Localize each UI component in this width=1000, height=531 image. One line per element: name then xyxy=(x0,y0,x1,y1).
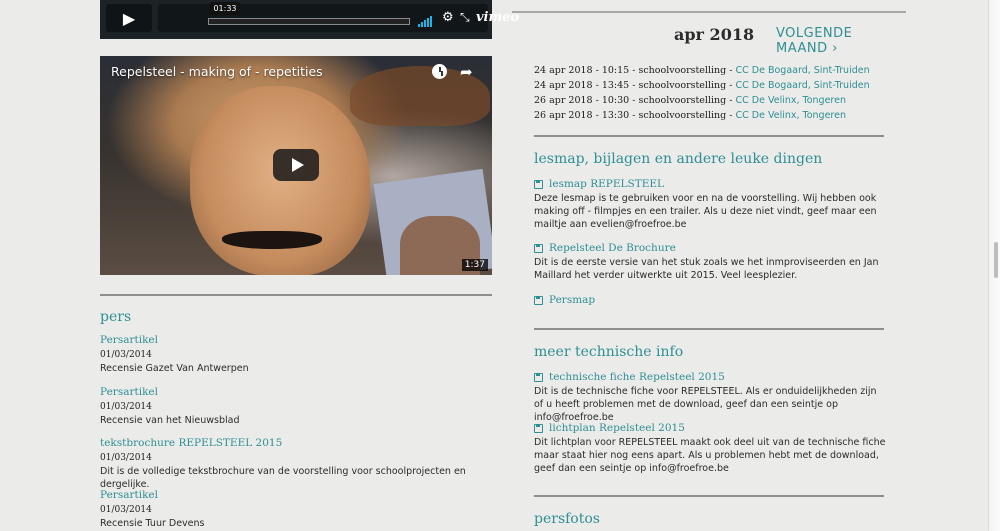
save-icon xyxy=(534,372,543,382)
gear-icon[interactable]: ⚙ xyxy=(442,10,454,25)
pers-item-date: 01/03/2014 xyxy=(100,505,152,515)
video-duration: 1:37 xyxy=(461,259,488,271)
divider xyxy=(534,135,884,137)
event-venue-link[interactable]: CC De Velinx, Tongeren xyxy=(736,95,847,106)
list-item: Persartikel 01/03/2014 Recensie van het … xyxy=(100,386,240,427)
vimeo-player[interactable]: ▶ 01:33 ⚙ ⤡ vimeo xyxy=(100,0,519,39)
download-item: lichtplan Repelsteel 2015 Dit lichtplan … xyxy=(534,422,886,475)
event-venue-link[interactable]: CC De Bogaard, Sint-Truiden xyxy=(736,65,870,76)
volume-icon[interactable] xyxy=(418,16,432,27)
download-item: Persmap xyxy=(534,294,886,306)
pers-item-date: 01/03/2014 xyxy=(100,402,152,412)
time-tooltip: 01:33 xyxy=(210,2,240,15)
pers-item-date: 01/03/2014 xyxy=(100,350,152,360)
download-link[interactable]: Repelsteel De Brochure xyxy=(549,242,676,254)
event-date: 26 apr 2018 - 10:30 - schoolvoorstelling… xyxy=(534,95,736,106)
download-desc: Dit lichtplan voor REPELSTEEL maakt ook … xyxy=(534,437,886,474)
pers-item-title[interactable]: tekstbrochure REPELSTEEL 2015 xyxy=(100,437,492,450)
play-button[interactable]: ▶ xyxy=(106,4,152,32)
save-icon xyxy=(534,243,543,253)
divider xyxy=(100,294,492,296)
pers-item-title[interactable]: Persartikel xyxy=(100,386,240,399)
play-button[interactable] xyxy=(273,149,319,181)
download-link[interactable]: technische fiche Repelsteel 2015 xyxy=(549,371,725,383)
pers-item-desc: Recensie Tuur Devens xyxy=(100,518,205,529)
fullscreen-icon[interactable]: ⤡ xyxy=(460,10,470,25)
event-row: 26 apr 2018 - 13:30 - schoolvoorstelling… xyxy=(534,108,870,123)
video-player[interactable]: Repelsteel - making of - repetities ➦ 1:… xyxy=(100,56,492,275)
lesmap-heading: lesmap, bijlagen en andere leuke dingen xyxy=(534,151,823,167)
watch-later-icon[interactable] xyxy=(432,64,447,79)
list-item: Persartikel 01/03/2014 Recensie Tuur Dev… xyxy=(100,489,205,530)
pers-item-desc: Recensie Gazet Van Antwerpen xyxy=(100,363,249,374)
player-controls: 01:33 ⚙ ⤡ vimeo xyxy=(158,2,519,32)
divider xyxy=(512,11,906,13)
download-desc: Dit is de eerste versie van het stuk zoa… xyxy=(534,257,879,281)
list-item: tekstbrochure REPELSTEEL 2015 01/03/2014… xyxy=(100,437,492,491)
tech-heading: meer technische info xyxy=(534,344,684,360)
play-icon: ▶ xyxy=(122,8,136,28)
event-date: 26 apr 2018 - 13:30 - schoolvoorstelling… xyxy=(534,110,736,121)
pers-item-desc: Dit is de volledige tekstbrochure van de… xyxy=(100,466,466,490)
pers-item-date: 01/03/2014 xyxy=(100,453,152,463)
pers-item-title[interactable]: Persartikel xyxy=(100,489,205,502)
next-month-link[interactable]: VOLGENDE MAAND › xyxy=(776,26,906,56)
event-date: 24 apr 2018 - 10:15 - schoolvoorstelling… xyxy=(534,65,736,76)
event-venue-link[interactable]: CC De Bogaard, Sint-Truiden xyxy=(736,80,870,91)
video-title[interactable]: Repelsteel - making of - repetities xyxy=(111,64,323,79)
scrollbar-thumb[interactable] xyxy=(994,242,998,278)
download-item: lesmap REPELSTEEL Deze lesmap is te gebr… xyxy=(534,178,886,231)
event-venue-link[interactable]: CC De Velinx, Tongeren xyxy=(736,110,847,121)
event-row: 24 apr 2018 - 13:45 - schoolvoorstelling… xyxy=(534,78,870,93)
video-frame-mouth xyxy=(222,231,322,249)
save-icon xyxy=(534,295,543,305)
list-item: Persartikel 01/03/2014 Recensie Gazet Va… xyxy=(100,334,249,375)
calendar-month: apr 2018 xyxy=(674,25,755,44)
download-link[interactable]: lichtplan Repelsteel 2015 xyxy=(549,422,685,434)
download-desc: Dit is de technische fiche voor REPELSTE… xyxy=(534,386,877,423)
pers-item-title[interactable]: Persartikel xyxy=(100,334,249,347)
event-row: 24 apr 2018 - 10:15 - schoolvoorstelling… xyxy=(534,63,870,78)
event-row: 26 apr 2018 - 10:30 - schoolvoorstelling… xyxy=(534,93,870,108)
progress-track[interactable] xyxy=(208,18,410,25)
divider xyxy=(534,495,884,497)
share-icon[interactable]: ➦ xyxy=(460,63,473,81)
download-item: technische fiche Repelsteel 2015 Dit is … xyxy=(534,371,886,424)
pers-item-desc: Recensie van het Nieuwsblad xyxy=(100,415,240,426)
download-desc: Deze lesmap is te gebruiken voor en na d… xyxy=(534,193,877,230)
divider xyxy=(534,328,884,330)
persfotos-heading: persfotos xyxy=(534,511,600,527)
pers-heading: pers xyxy=(100,309,132,325)
scrollbar[interactable] xyxy=(988,0,1000,531)
save-icon xyxy=(534,423,543,433)
event-list: 24 apr 2018 - 10:15 - schoolvoorstelling… xyxy=(534,63,870,123)
event-date: 24 apr 2018 - 13:45 - schoolvoorstelling… xyxy=(534,80,736,91)
save-icon xyxy=(534,179,543,189)
download-link[interactable]: Persmap xyxy=(549,294,595,306)
download-item: Repelsteel De Brochure Dit is de eerste … xyxy=(534,242,886,282)
download-link[interactable]: lesmap REPELSTEEL xyxy=(549,178,664,190)
